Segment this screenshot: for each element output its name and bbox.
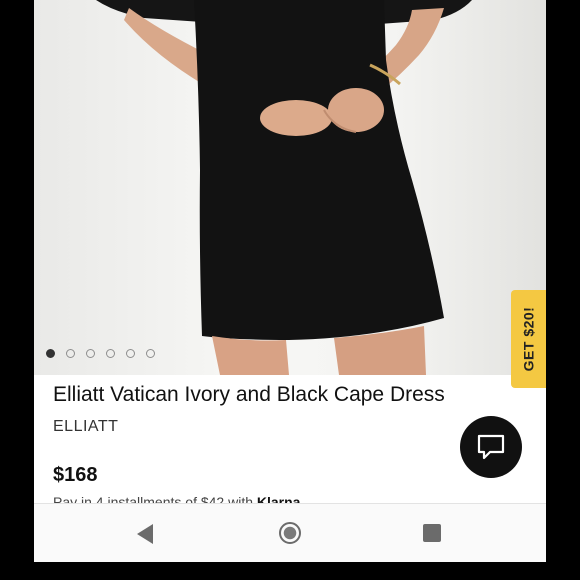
carousel-dot[interactable] [146,349,155,358]
carousel-dot[interactable] [66,349,75,358]
product-brand[interactable]: ELLIATT [53,418,118,436]
product-image[interactable] [34,0,546,375]
carousel-indicator [46,349,155,358]
android-nav-bar [34,503,546,562]
get-20-promo-tab[interactable]: GET $20! [511,290,546,388]
carousel-dot[interactable] [106,349,115,358]
back-triangle-icon[interactable] [137,524,153,544]
product-title: Elliatt Vatican Ivory and Black Cape Dre… [53,383,445,406]
recents-square-icon[interactable] [423,524,441,542]
carousel-dot[interactable] [86,349,95,358]
dress-photo [96,0,472,375]
carousel-dot[interactable] [126,349,135,358]
carousel-dot[interactable] [46,349,55,358]
product-price: $168 [53,464,98,486]
home-circle-icon[interactable] [279,522,301,544]
chat-bubble-icon [477,434,505,460]
promo-tab-label: GET $20! [520,306,537,372]
app-screen: GET $20! Elliatt Vatican Ivory and Black… [34,0,546,562]
chat-button[interactable] [460,416,522,478]
